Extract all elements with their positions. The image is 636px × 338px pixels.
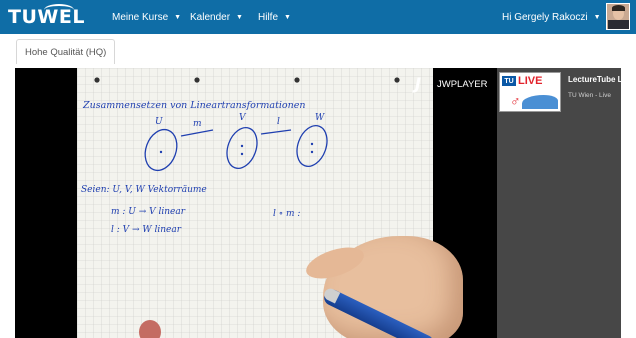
line-seien: Seien: U, V, W Vektorräume [81, 185, 207, 195]
line-l-linear: l : V → W linear [111, 225, 182, 235]
logo-arc [44, 4, 74, 16]
punch-hole [194, 77, 200, 83]
jwplayer-logo-icon: J [415, 74, 421, 93]
playlist-thumbnail: TU LIVE ♂ [499, 72, 561, 112]
label-l: l [277, 117, 280, 127]
tab-hq[interactable]: Hohe Qualität (HQ) [16, 39, 116, 64]
label-W: W [315, 113, 325, 123]
finger-image [139, 320, 161, 338]
live-label: LIVE [518, 75, 543, 87]
playlist-item[interactable]: TU LIVE ♂ LectureTube Live TU Wien - Liv… [499, 70, 634, 116]
user-greeting: Hi Gergely Rakoczi [502, 11, 588, 23]
playlist-title: LectureTube Live [568, 75, 634, 84]
jwplayer-badge[interactable]: J JWPLAYER [415, 76, 488, 92]
label-U: U [155, 117, 163, 127]
quality-tabbar: Hohe Qualität (HQ) [0, 34, 636, 66]
punch-hole [294, 77, 300, 83]
line-m-linear: m : U → V linear [111, 207, 186, 217]
caret-down-icon: ▼ [284, 13, 291, 21]
player-stage: Zusammensetzen von Lineartransformatione… [15, 68, 634, 338]
top-navbar: TUWEL Meine Kurse ▼ Kalender ▼ Hilfe ▼ H… [0, 0, 636, 34]
caret-down-icon: ▼ [593, 13, 601, 21]
tuwel-logo[interactable]: TUWEL [8, 4, 85, 28]
surfer-icon: ♂ [510, 93, 521, 109]
nav-kalender[interactable]: Kalender ▼ [190, 0, 243, 34]
nav-meine-kurse[interactable]: Meine Kurse ▼ [112, 0, 181, 34]
jwplayer-brand: JWPLAYER [437, 78, 488, 90]
nav-kalender-label: Kalender [190, 11, 231, 23]
user-menu[interactable]: Hi Gergely Rakoczi ▼ [502, 0, 601, 34]
wave-shape [522, 95, 558, 109]
caret-down-icon: ▼ [174, 13, 182, 21]
handwritten-title: Zusammensetzen von Lineartransformatione… [82, 100, 306, 111]
avatar[interactable] [606, 3, 630, 30]
label-m: m [193, 119, 202, 129]
nav-meine-kurse-label: Meine Kurse [112, 11, 169, 23]
nav-hilfe-label: Hilfe [258, 11, 279, 23]
line-composition: l ∘ m : [273, 209, 300, 219]
playlist-subtitle: TU Wien - Live [568, 92, 611, 99]
nav-hilfe[interactable]: Hilfe ▼ [258, 0, 291, 34]
caret-down-icon: ▼ [236, 13, 243, 21]
punch-hole [94, 77, 100, 83]
punch-hole [394, 77, 400, 83]
tab-hq-label: Hohe Qualität (HQ) [25, 46, 107, 58]
tu-logo: TU [502, 76, 516, 86]
video-player[interactable]: Zusammensetzen von Lineartransformatione… [15, 68, 497, 338]
